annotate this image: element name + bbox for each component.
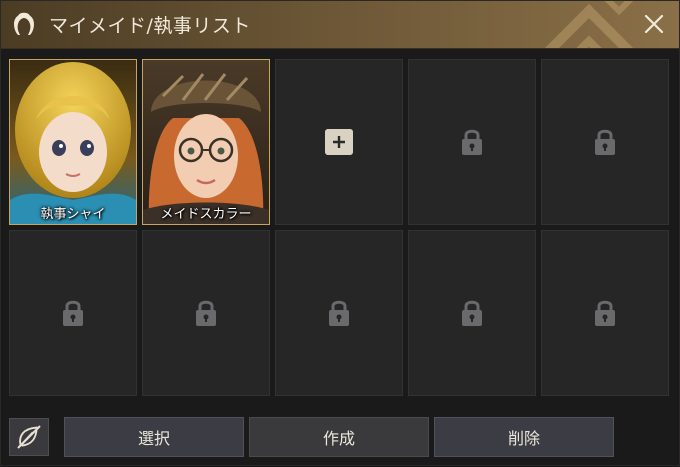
plus-icon[interactable] <box>325 129 353 155</box>
hide-toggle-icon <box>17 425 41 449</box>
character-slot-locked <box>9 230 137 396</box>
butler-portrait <box>10 60 136 224</box>
character-slot-locked <box>408 230 536 396</box>
lock-icon <box>63 300 83 326</box>
character-slot-locked <box>142 230 270 396</box>
lock-icon <box>329 300 349 326</box>
slot-name-label: 執事シャイ <box>40 207 106 222</box>
create-button[interactable]: 作成 <box>249 417 429 457</box>
select-button[interactable]: 選択 <box>64 417 244 457</box>
character-slot-locked <box>541 230 669 396</box>
character-slot-empty[interactable] <box>275 59 403 225</box>
window-title: マイメイド/執事リスト <box>49 15 251 37</box>
character-slot-grid: 執事シャイ メイドスカラー <box>9 59 669 396</box>
maid-icon <box>14 12 34 35</box>
title-bar[interactable]: マイメイド/執事リスト <box>1 1 679 49</box>
delete-button[interactable]: 削除 <box>434 417 614 457</box>
close-icon[interactable] <box>641 11 667 37</box>
hide-toggle-button[interactable] <box>9 418 49 456</box>
maid-list-window: マイメイド/執事リスト 執事シャイ メイドスカラー 選択 作成 削除 <box>0 0 680 466</box>
title-decoration <box>544 1 634 48</box>
lock-icon <box>595 129 615 155</box>
character-slot-locked <box>275 230 403 396</box>
character-slot-locked <box>408 59 536 225</box>
footer-bar: 選択 作成 削除 <box>1 409 680 467</box>
character-slot-maid[interactable]: メイドスカラー <box>142 59 270 225</box>
lock-icon <box>462 129 482 155</box>
lock-icon <box>462 300 482 326</box>
character-slot-butler[interactable]: 執事シャイ <box>9 59 137 225</box>
lock-icon <box>196 300 216 326</box>
character-slot-locked <box>541 59 669 225</box>
maid-portrait <box>143 60 269 224</box>
lock-icon <box>595 300 615 326</box>
slot-name-label: メイドスカラー <box>160 207 252 222</box>
